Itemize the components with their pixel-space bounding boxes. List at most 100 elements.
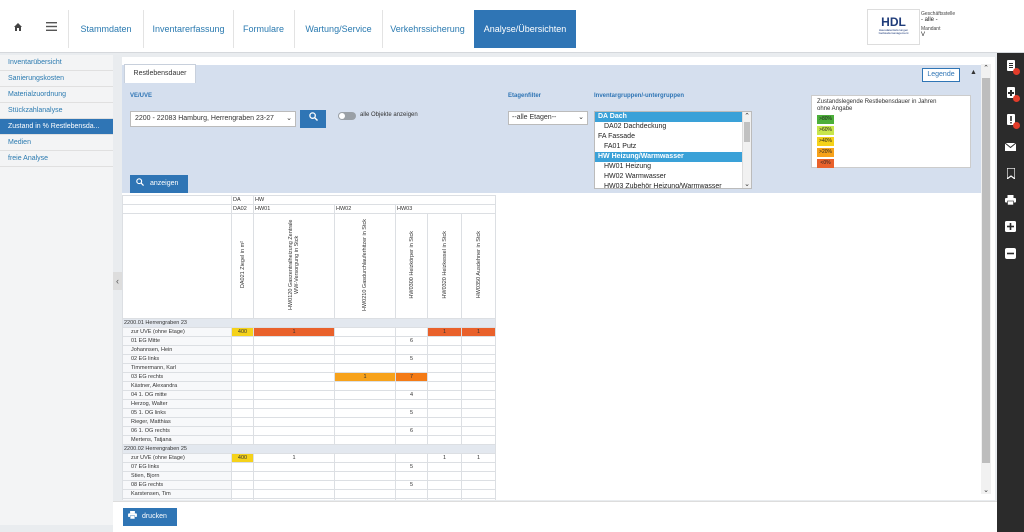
table-cell: 1 xyxy=(253,327,335,337)
table-row: zur UVE (ohne Etage) 400 1 1 1 xyxy=(122,327,496,337)
search-icon xyxy=(308,112,318,121)
group-option[interactable]: HW Heizung/Warmwasser xyxy=(595,152,751,162)
nav-tab-2[interactable]: Formulare xyxy=(233,10,293,48)
mail-icon[interactable] xyxy=(1003,140,1018,154)
nav-tab-4[interactable]: Verkehrssicherung xyxy=(382,10,472,48)
sidebar-item-5[interactable]: Medien xyxy=(0,135,113,151)
group-option[interactable]: DA02 Dachdeckung xyxy=(595,122,751,132)
table-cell: 4 xyxy=(395,390,428,400)
sidebar: Inventarübersicht Sanierungskosten Materia… xyxy=(0,55,113,525)
page-scrollbar[interactable]: ⌃ ⌄ xyxy=(981,64,991,494)
sidebar-item-1[interactable]: Sanierungskosten xyxy=(0,71,113,87)
table-cell xyxy=(231,399,254,409)
group-option[interactable]: HW03 Zubehör Heizung/Warmwasser xyxy=(595,182,751,188)
table-cell xyxy=(231,426,254,436)
plus-box-icon[interactable] xyxy=(1003,219,1018,233)
ve-uve-select[interactable]: 2200 - 22083 Hamburg, Herrengraben 23-27… xyxy=(130,111,296,127)
sidebar-item-3[interactable]: Stückzahlanalyse xyxy=(0,103,113,119)
table-cell xyxy=(253,381,335,391)
table-row: Karstensen, Tim xyxy=(122,489,496,499)
table-cell: 1 xyxy=(253,453,335,463)
group-option[interactable]: FA01 Putz xyxy=(595,142,751,152)
table-cell: 1 xyxy=(461,327,496,337)
group-option[interactable]: HW02 Warmwasser xyxy=(595,172,751,182)
document-list-icon[interactable] xyxy=(1003,59,1020,75)
row-label: 03 EG rechts xyxy=(122,372,232,382)
table-cell: 1 xyxy=(461,453,496,463)
row-label: Rieger, Matthias xyxy=(122,417,232,427)
table-cell xyxy=(231,471,254,481)
inventory-groups-list[interactable]: DA Dach DA02 Dachdeckung FA Fassade FA01 Pu… xyxy=(594,111,752,189)
sidebar-item-4[interactable]: Zustand in % Restlebensda... xyxy=(0,119,113,135)
table-cell xyxy=(461,435,496,445)
table-cell xyxy=(395,363,428,373)
group-option[interactable]: DA Dach xyxy=(595,112,751,122)
table-cell xyxy=(395,417,428,427)
table-cell xyxy=(253,498,335,500)
legend-button[interactable]: Legende xyxy=(922,68,960,82)
print-icon xyxy=(128,511,137,520)
header-spacer xyxy=(122,195,232,205)
column-header: HW0120 Gaszentralheizung Zentrale WW-Ver… xyxy=(253,213,335,319)
column-header-label: HW0120 Gaszentralheizung Zentrale WW-Ver… xyxy=(288,219,300,311)
print-icon[interactable] xyxy=(1003,193,1018,207)
table-cell xyxy=(427,489,462,499)
print-button[interactable]: drucken xyxy=(123,508,177,526)
show-button[interactable]: anzeigen xyxy=(130,175,188,193)
table-cell xyxy=(334,435,396,445)
home-icon[interactable] xyxy=(2,0,34,53)
result-table-area: DA HW DA02 HW01 HW02 HW03 DA021 Ziegel in m² HW… xyxy=(122,195,984,500)
etagen-filter-select[interactable]: --alle Etagen-- ⌄ xyxy=(508,111,588,125)
table-row: Johannsen, Hein xyxy=(122,345,496,355)
main-content: Restlebensdauer Legende ▲ VE/UVE 2200 - … xyxy=(122,57,995,500)
group-option[interactable]: FA Fassade xyxy=(595,132,751,142)
table-cell xyxy=(427,471,462,481)
sidebar-item-0[interactable]: Inventarübersicht xyxy=(0,55,113,71)
tenant-info[interactable]: Geschäftsstelle - alle - Mandant V xyxy=(921,11,955,38)
alert-document-icon[interactable] xyxy=(1003,113,1020,129)
collapse-panel-icon[interactable]: ▲ xyxy=(970,69,977,76)
header-group: HW xyxy=(253,195,496,205)
search-button[interactable] xyxy=(300,110,326,128)
nav-tab-1[interactable]: Inventarerfassung xyxy=(143,10,233,48)
table-cell xyxy=(395,489,428,499)
column-header: HW0350 Ausdehner in Stck xyxy=(461,213,496,319)
column-header-label: DA021 Ziegel in m² xyxy=(239,241,246,289)
top-navigation: Stammdaten Inventarerfassung Formulare Wart… xyxy=(0,0,1024,53)
bookmark-icon[interactable] xyxy=(1003,166,1018,180)
column-header: HW0300 Heizkörper in Stck xyxy=(395,213,428,319)
table-row: Herzog, Walter xyxy=(122,399,496,409)
show-all-objects-toggle[interactable] xyxy=(338,112,356,120)
group-option[interactable]: HW01 Heizung xyxy=(595,162,751,172)
sidebar-item-2[interactable]: Materialzuordnung xyxy=(0,87,113,103)
table-cell: 1 xyxy=(334,372,396,382)
nav-tab-3[interactable]: Wartung/Service xyxy=(294,10,382,48)
add-document-icon[interactable] xyxy=(1003,86,1020,102)
table-cell xyxy=(231,363,254,373)
table-cell: 5 xyxy=(395,354,428,364)
column-header-label: HW0320 Heizkessel in Stck xyxy=(441,231,448,299)
logout-icon[interactable] xyxy=(1003,246,1018,260)
table-cell xyxy=(461,489,496,499)
sidebar-item-6[interactable]: freie Analyse xyxy=(0,151,113,167)
nav-tab-5[interactable]: Analyse/Übersichten xyxy=(474,10,576,48)
table-cell xyxy=(427,363,462,373)
hamburger-icon[interactable] xyxy=(35,0,67,53)
table-cell xyxy=(461,381,496,391)
table-cell xyxy=(427,345,462,355)
header-subgroup: HW01 xyxy=(253,204,335,214)
group-list-scrollbar[interactable]: ⌃ ⌄ xyxy=(742,112,751,188)
header-spacer xyxy=(122,204,232,214)
table-cell xyxy=(334,480,396,490)
table-cell xyxy=(253,417,335,427)
right-toolbar xyxy=(997,53,1024,532)
table-cell xyxy=(334,390,396,400)
collapse-sidebar-icon[interactable]: ‹ xyxy=(113,272,122,290)
nav-tab-0[interactable]: Stammdaten xyxy=(68,10,143,48)
header-subgroup: HW02 xyxy=(334,204,396,214)
table-cell xyxy=(334,453,396,463)
tab-restlebensdauer[interactable]: Restlebensdauer xyxy=(124,64,196,83)
table-cell xyxy=(253,435,335,445)
chevron-down-icon: ⌄ xyxy=(286,115,292,122)
table-cell xyxy=(334,462,396,472)
